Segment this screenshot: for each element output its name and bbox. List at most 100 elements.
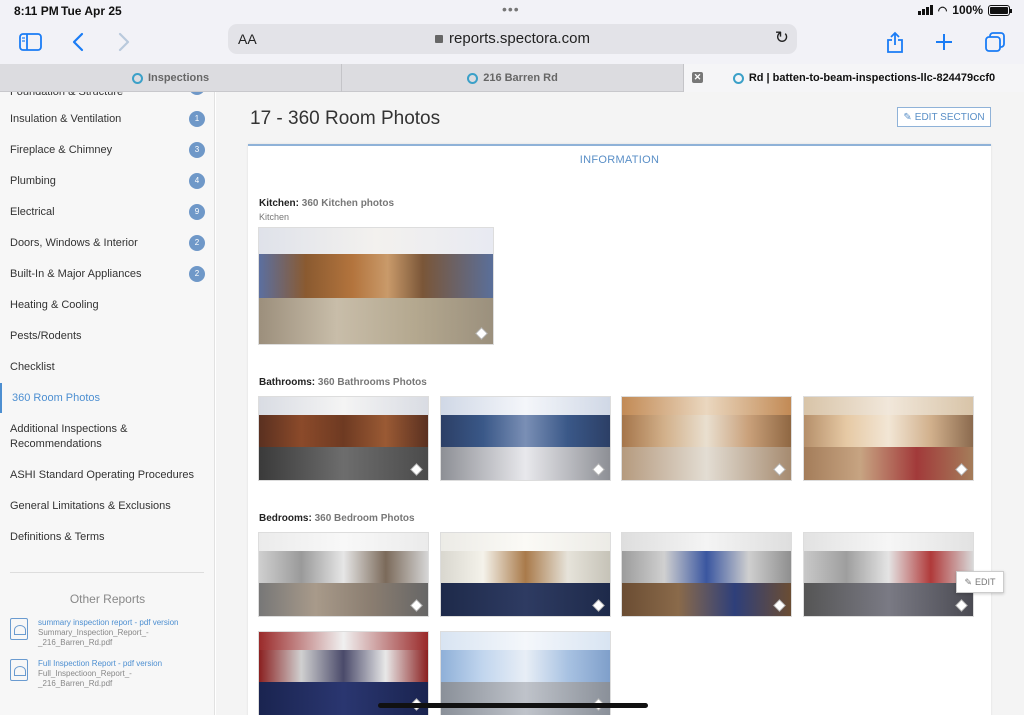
sidebar-item-label: ASHI Standard Operating Procedures	[10, 469, 195, 481]
tab-label: Rd | batten-to-beam-inspections-llc-8244…	[748, 72, 996, 84]
sidebar-item-label: Foundation & Structure	[10, 92, 124, 98]
sidebar-item-label: Doors, Windows & Interior	[10, 237, 138, 249]
photo-ceiling	[622, 533, 791, 552]
information-card: INFORMATION Kitchen: 360 Kitchen photos …	[248, 144, 1004, 715]
sidebar-item-badge: 9	[189, 204, 205, 220]
photo-floor	[441, 582, 610, 616]
url-text: reports.spectora.com	[449, 30, 590, 47]
share-icon[interactable]	[884, 28, 906, 56]
photo-floor	[622, 582, 791, 616]
sidebar-item-badge	[189, 92, 205, 95]
sidebar-item-label: General Limitations & Exclusions	[10, 500, 171, 512]
sidebar-item-badge: 1	[189, 111, 205, 127]
spectora-icon	[131, 72, 143, 84]
bedroom-360-photo[interactable]	[621, 532, 792, 617]
photo-floor	[441, 681, 610, 715]
edit-section-button[interactable]: ✎ EDIT SECTION	[897, 107, 991, 127]
home-indicator[interactable]	[378, 703, 648, 708]
tab-inspections[interactable]: Inspections	[0, 64, 342, 92]
pdf-icon	[10, 659, 28, 681]
photo-ceiling	[622, 397, 791, 416]
tab-216-barren-rd[interactable]: 216 Barren Rd	[342, 64, 684, 92]
address-bar[interactable]: AA reports.spectora.com ↻	[228, 24, 797, 54]
wifi-icon: ◠	[937, 4, 948, 17]
sidebar-item-foundation[interactable]: Foundation & Structure	[0, 92, 214, 101]
sidebar-item-label: Plumbing	[10, 175, 56, 187]
sidebar-item-label: Checklist	[10, 361, 55, 373]
date: Tue Apr 25	[61, 4, 122, 18]
new-tab-icon[interactable]	[933, 28, 955, 56]
bedroom-360-photo[interactable]	[440, 532, 611, 617]
kitchen-360-photo[interactable]	[258, 227, 494, 345]
sidebar-divider	[10, 572, 204, 573]
information-heading: INFORMATION	[579, 154, 660, 166]
edit-section-label: EDIT SECTION	[914, 111, 985, 123]
status-right: ◠ 100%	[917, 3, 1012, 17]
photo-floor	[804, 582, 973, 616]
bathroom-360-photo[interactable]	[258, 396, 429, 481]
photo-ceiling	[259, 228, 493, 254]
active-indicator	[0, 383, 2, 413]
multitasking-dots-icon[interactable]: •••	[502, 1, 520, 17]
sidebar-toggle-icon[interactable]	[18, 28, 42, 56]
photo-floor	[804, 446, 973, 480]
section-value: 360 Kitchen photos	[301, 198, 395, 209]
sidebar-item-label-line2: Recommendations	[10, 438, 102, 450]
browser-toolbar: AA reports.spectora.com ↻	[0, 22, 1024, 64]
report-sidebar: Foundation & Structure Insulation & Vent…	[0, 92, 215, 715]
other-reports-title: Other Reports	[69, 592, 146, 606]
photo-floor	[259, 446, 428, 480]
bathroom-360-photo[interactable]	[440, 396, 611, 481]
report-title[interactable]: Full Inspection Report - pdf version	[38, 659, 162, 668]
edit-button[interactable]: ✎ EDIT	[956, 571, 1004, 593]
photo-ceiling	[441, 397, 610, 416]
bedroom-360-photo[interactable]	[258, 532, 429, 617]
clock: 8:11 PM	[14, 4, 59, 18]
sidebar-item-badge: 3	[189, 142, 205, 158]
sidebar-item-label: Insulation & Ventilation	[10, 113, 122, 125]
sidebar-item-badge: 2	[189, 266, 205, 282]
sidebar-item-label: Definitions & Terms	[10, 531, 105, 543]
bathroom-360-photo[interactable]	[621, 396, 792, 481]
back-icon[interactable]	[68, 28, 88, 56]
report-main: 17 - 360 Room Photos ✎ EDIT SECTION INFO…	[216, 92, 1024, 715]
reload-icon[interactable]: ↻	[775, 28, 789, 48]
kitchen-subtitle: Kitchen	[259, 212, 290, 222]
pdf-icon	[10, 618, 28, 640]
sidebar-item-label: Built-In & Major Appliances	[10, 268, 142, 280]
sidebar-item-label: Heating & Cooling	[10, 299, 99, 311]
photo-ceiling	[441, 533, 610, 552]
report-filename: Full_Inspectioon_Report_-_216_Barren_Rd.…	[38, 669, 132, 688]
photo-floor	[259, 681, 428, 715]
section-value: 360 Bedroom Photos	[314, 513, 415, 524]
section-value: 360 Bathrooms Photos	[317, 377, 427, 388]
close-tab-icon[interactable]: ✕	[692, 72, 703, 83]
photo-ceiling	[259, 533, 428, 552]
sidebar-item-badge: 4	[189, 173, 205, 189]
photo-floor	[259, 297, 493, 344]
tabs-overview-icon[interactable]	[983, 28, 1007, 56]
sidebar-item-label: Electrical	[10, 206, 55, 218]
bedroom-360-photo[interactable]	[803, 532, 974, 617]
url-display[interactable]: reports.spectora.com	[228, 30, 797, 47]
cellular-signal-icon	[917, 5, 933, 15]
battery-percent: 100%	[952, 3, 983, 17]
sidebar-item-label: Fireplace & Chimney	[10, 144, 113, 156]
photo-floor	[622, 446, 791, 480]
tab-report[interactable]: ✕ Rd | batten-to-beam-inspections-llc-82…	[684, 64, 1024, 92]
photo-ceiling	[804, 533, 973, 552]
sidebar-item-label: 360 Room Photos	[12, 392, 101, 404]
kitchen-section-title: Kitchen: 360 Kitchen photos	[259, 198, 394, 209]
report-title[interactable]: summary inspection report - pdf version	[38, 618, 179, 627]
report-filename: Summary_Inspection_Report_-_216_Barren_R…	[38, 628, 149, 647]
photo-floor	[259, 582, 428, 616]
pencil-icon: ✎	[903, 111, 912, 123]
photo-ceiling	[804, 397, 973, 416]
status-bar: 8:11 PM Tue Apr 25 ••• ◠ 100%	[0, 0, 1024, 22]
tab-label: 216 Barren Rd	[483, 72, 558, 84]
forward-icon[interactable]	[114, 28, 134, 56]
sidebar-item-badge: 2	[189, 235, 205, 251]
bathroom-360-photo[interactable]	[803, 396, 974, 481]
bedrooms-section-title: Bedrooms: 360 Bedroom Photos	[259, 513, 415, 524]
tab-bar: Inspections 216 Barren Rd ✕ Rd | batten-…	[0, 64, 1024, 92]
